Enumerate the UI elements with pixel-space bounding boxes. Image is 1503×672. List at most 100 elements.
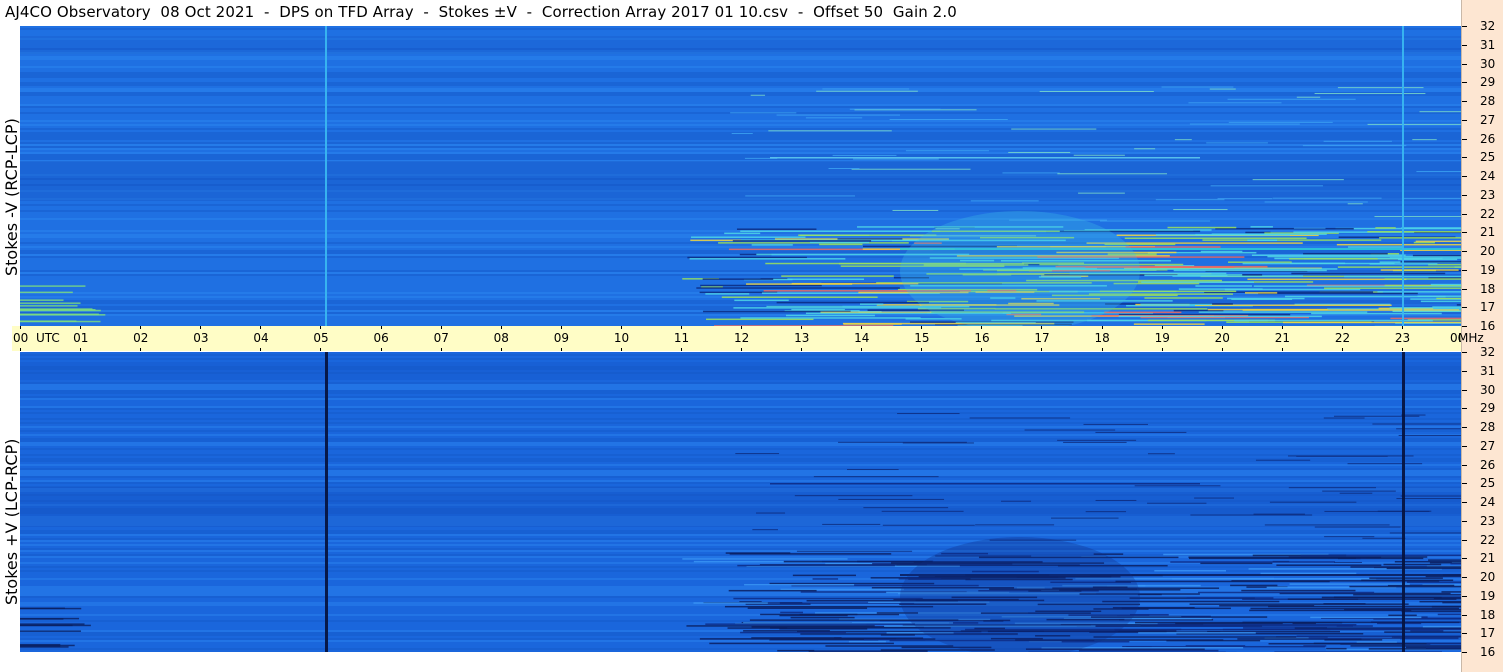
- emission-streak: [702, 278, 774, 280]
- emission-streak: [1450, 562, 1461, 565]
- emission-streak: [1000, 500, 1032, 502]
- emission-streak: [1115, 580, 1330, 583]
- emission-streak: [1251, 254, 1406, 257]
- time-tick-mark: [981, 326, 983, 329]
- emission-streak: [848, 640, 886, 643]
- emission-streak: [1134, 485, 1221, 487]
- time-tick-mark: [1101, 348, 1103, 351]
- emission-streak: [1211, 233, 1327, 235]
- top-spectrogram-svg: [20, 26, 1461, 326]
- time-tick-mark: [1281, 326, 1283, 329]
- emission-streak: [779, 628, 868, 630]
- time-tick-mark: [1281, 348, 1283, 351]
- emission-streak: [768, 130, 892, 132]
- emission-streak: [1131, 268, 1338, 270]
- freq-tick-mark: [1462, 194, 1467, 196]
- emission-streak: [1442, 601, 1461, 604]
- bottom-spectrogram-svg: [20, 352, 1461, 652]
- vertical-interference-line: [1402, 26, 1404, 326]
- freq-tick-mark: [1462, 595, 1467, 597]
- emission-streak: [732, 240, 872, 242]
- freq-tick-label: 20: [1480, 244, 1496, 258]
- freq-tick-mark: [1462, 119, 1467, 121]
- emission-streak: [975, 524, 1055, 526]
- emission-streak: [1189, 123, 1300, 125]
- emission-streak: [1384, 278, 1461, 280]
- freq-tick-label: 20: [1480, 570, 1496, 584]
- time-tick-label: 23: [1394, 331, 1411, 345]
- emission-streak: [740, 317, 921, 319]
- dark-band: [20, 36, 1461, 54]
- freq-tick-mark: [1462, 614, 1467, 616]
- time-tick-mark: [801, 326, 803, 329]
- emission-streak: [1349, 585, 1461, 588]
- freq-band: [20, 144, 1461, 146]
- emission-streak: [1303, 252, 1388, 255]
- freq-band: [20, 458, 1461, 460]
- emission-streak: [1173, 209, 1228, 211]
- emission-streak: [1290, 262, 1346, 265]
- freq-band: [20, 106, 1461, 108]
- time-tick-mark: [20, 348, 21, 351]
- time-tick-mark: [921, 348, 923, 351]
- freq-band: [20, 58, 1461, 60]
- emission-streak: [1353, 594, 1461, 596]
- emission-streak: [1361, 579, 1454, 582]
- emission-streak: [1253, 513, 1305, 515]
- emission-streak: [1436, 297, 1461, 300]
- time-tick-mark: [1161, 326, 1163, 329]
- emission-streak: [1140, 303, 1213, 306]
- emission-streak: [755, 512, 786, 514]
- freq-band: [20, 66, 1461, 68]
- freq-band: [20, 134, 1461, 136]
- emission-streak: [1428, 559, 1461, 561]
- freq-band: [20, 84, 1461, 86]
- bottom-panel-ylabel: Stokes +V (LCP-RCP): [2, 438, 21, 605]
- freq-band: [20, 586, 1461, 588]
- freq-band: [20, 302, 1461, 304]
- time-tick-mark: [500, 348, 502, 351]
- time-tick-mark: [981, 348, 983, 351]
- emission-streak: [20, 309, 96, 311]
- emission-streak: [20, 285, 86, 287]
- emission-streak: [1202, 239, 1382, 241]
- emission-streak: [1093, 636, 1297, 638]
- time-tick-mark: [680, 348, 682, 351]
- carrier-line: [770, 157, 1200, 159]
- emission-streak: [1230, 584, 1278, 587]
- freq-band: [20, 464, 1461, 466]
- mhz-label: MHz: [1458, 331, 1484, 345]
- emission-streak: [1170, 561, 1335, 563]
- emission-streak: [1401, 227, 1461, 229]
- emission-streak: [1178, 288, 1263, 290]
- emission-streak: [1133, 323, 1205, 325]
- emission-streak: [1396, 498, 1461, 500]
- emission-streak: [1125, 246, 1221, 248]
- emission-streak: [1288, 556, 1428, 558]
- time-tick-label: 20: [1214, 331, 1230, 345]
- freq-band: [20, 440, 1461, 442]
- freq-tick-label: 23: [1480, 513, 1496, 528]
- emission-streak: [1350, 645, 1461, 647]
- emission-streak: [1294, 627, 1461, 629]
- freq-band: [20, 530, 1461, 532]
- time-tick-label: 19: [1154, 331, 1170, 345]
- time-tick-label: 21: [1274, 331, 1291, 345]
- emission-streak: [20, 607, 82, 610]
- emission-streak: [776, 114, 900, 116]
- emission-streak: [1144, 274, 1228, 277]
- emission-streak: [1398, 434, 1461, 436]
- freq-tick-mark: [1462, 138, 1467, 140]
- emission-streak: [1264, 524, 1390, 526]
- emission-streak: [1188, 557, 1361, 560]
- emission-streak: [1104, 311, 1182, 314]
- emission-streak: [20, 299, 64, 301]
- emission-streak: [693, 602, 780, 604]
- emission-streak: [20, 617, 80, 620]
- emission-streak: [736, 228, 817, 230]
- freq-band: [20, 540, 1461, 542]
- freq-tick-label: 29: [1480, 401, 1496, 416]
- emission-streak: [1374, 216, 1461, 218]
- emission-streak: [691, 236, 806, 238]
- emission-streak: [853, 158, 939, 160]
